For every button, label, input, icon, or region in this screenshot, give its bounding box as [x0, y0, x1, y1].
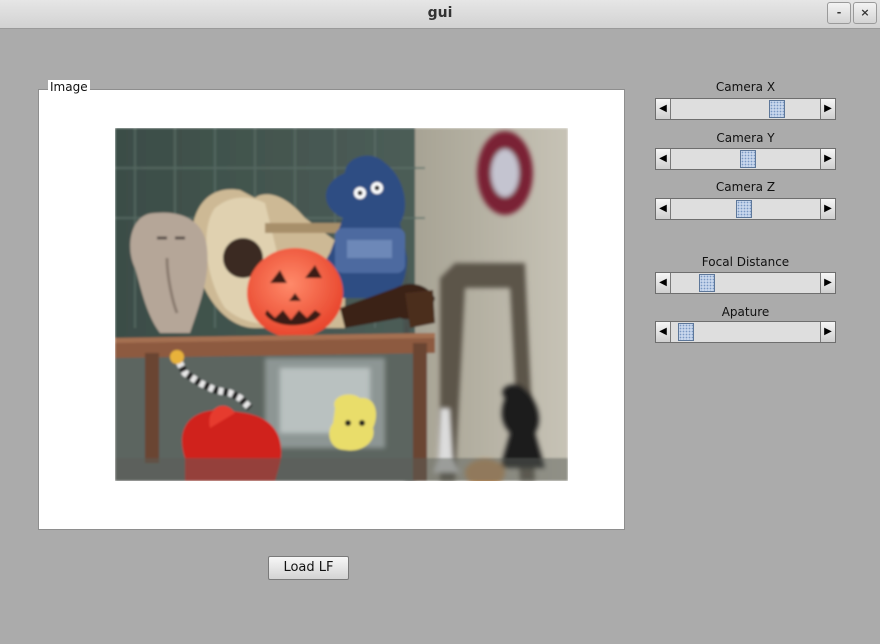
focal-distance-thumb[interactable]: [699, 274, 715, 292]
camera-z-label: Camera Z: [715, 180, 776, 194]
image-panel-legend: Image: [48, 80, 90, 94]
camera-z-thumb[interactable]: [736, 200, 752, 218]
camera-y-right-arrow-icon[interactable]: ▶: [820, 149, 835, 169]
focal-distance-left-arrow-icon[interactable]: ◀: [656, 273, 671, 293]
camera-y-thumb[interactable]: [740, 150, 756, 168]
camera-y-left-arrow-icon[interactable]: ◀: [656, 149, 671, 169]
apature-track[interactable]: [671, 322, 820, 342]
title-bar: gui - ×: [0, 0, 880, 29]
scene-illustration: [115, 128, 568, 481]
camera-z-slider[interactable]: ◀ ▶: [655, 198, 836, 220]
light-field-image: [115, 128, 568, 481]
apature-right-arrow-icon[interactable]: ▶: [820, 322, 835, 342]
camera-z-right-arrow-icon[interactable]: ▶: [820, 199, 835, 219]
camera-y-slider[interactable]: ◀ ▶: [655, 148, 836, 170]
camera-z-track[interactable]: [671, 199, 820, 219]
camera-x-label: Camera X: [715, 80, 776, 94]
camera-x-right-arrow-icon[interactable]: ▶: [820, 99, 835, 119]
load-lf-button[interactable]: Load LF: [268, 556, 349, 580]
camera-x-left-arrow-icon[interactable]: ◀: [656, 99, 671, 119]
camera-x-slider[interactable]: ◀ ▶: [655, 98, 836, 120]
camera-y-track[interactable]: [671, 149, 820, 169]
focal-distance-right-arrow-icon[interactable]: ▶: [820, 273, 835, 293]
window-title: gui: [427, 5, 453, 21]
focal-distance-label: Focal Distance: [701, 255, 790, 269]
camera-x-track[interactable]: [671, 99, 820, 119]
apature-thumb[interactable]: [678, 323, 694, 341]
close-button[interactable]: ×: [853, 2, 877, 24]
camera-y-label: Camera Y: [716, 131, 775, 145]
apature-slider[interactable]: ◀ ▶: [655, 321, 836, 343]
focal-distance-track[interactable]: [671, 273, 820, 293]
camera-x-thumb[interactable]: [769, 100, 785, 118]
camera-z-left-arrow-icon[interactable]: ◀: [656, 199, 671, 219]
apature-label: Apature: [721, 305, 770, 319]
minimize-button[interactable]: -: [827, 2, 851, 24]
focal-distance-slider[interactable]: ◀ ▶: [655, 272, 836, 294]
apature-left-arrow-icon[interactable]: ◀: [656, 322, 671, 342]
